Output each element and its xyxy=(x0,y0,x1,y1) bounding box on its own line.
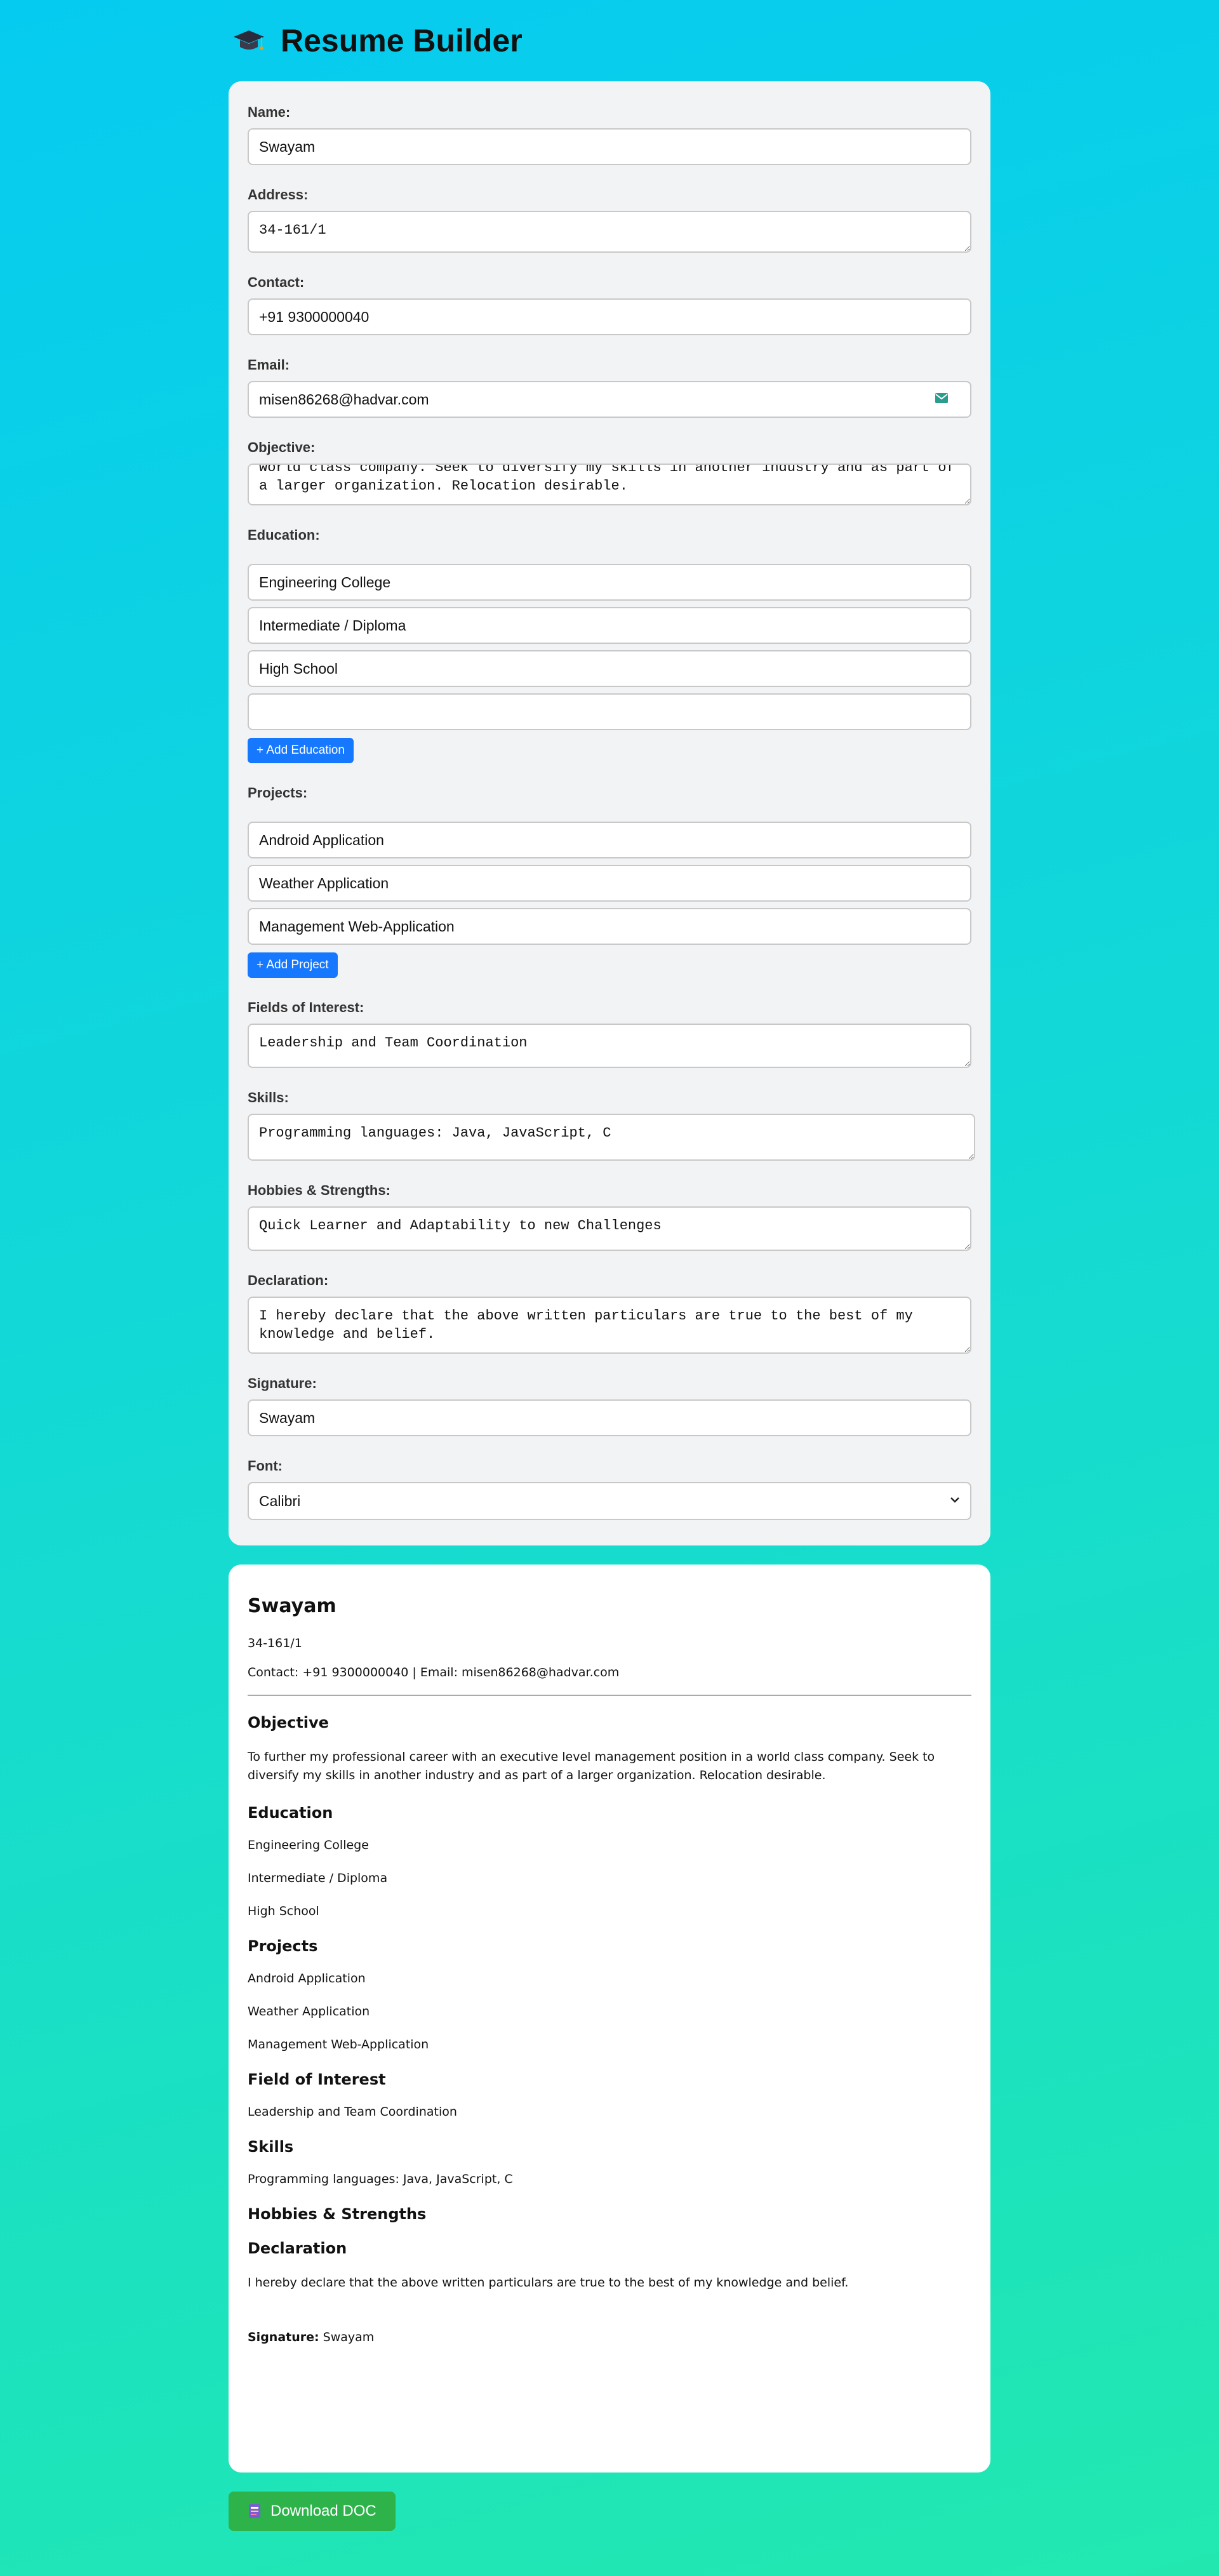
education-input[interactable] xyxy=(248,693,971,730)
preview-project-item: Android Application xyxy=(248,1972,366,1985)
skills-field-group: Skills: Programming languages: Java, Jav… xyxy=(248,1090,975,1161)
address-field-group: Address: 34-161/1 xyxy=(248,187,971,253)
interest-field-group: Fields of Interest: Leadership and Team … xyxy=(248,999,971,1068)
projects-field-group: Projects: + Add Project xyxy=(248,785,971,978)
projects-label: Projects: xyxy=(248,785,308,801)
font-select-wrapper: Calibri xyxy=(248,1482,971,1520)
objective-field-group: Objective: To further my professional ca… xyxy=(248,439,971,505)
preview-declaration-text: I hereby declare that the above written … xyxy=(248,2276,849,2290)
preview-education-item: Engineering College xyxy=(248,1838,369,1852)
contact-label: Contact: xyxy=(248,274,305,290)
mail-icon xyxy=(935,393,948,403)
preview-education-heading: Education xyxy=(248,1804,333,1822)
declaration-textarea[interactable]: I hereby declare that the above written … xyxy=(248,1297,971,1354)
preview-project-item: Weather Application xyxy=(248,2005,370,2019)
graduation-cap-icon xyxy=(234,30,264,50)
hobbies-field-group: Hobbies & Strengths: Quick Learner and A… xyxy=(248,1182,971,1251)
skills-label: Skills: xyxy=(248,1090,289,1105)
hobbies-textarea[interactable]: Quick Learner and Adaptability to new Ch… xyxy=(248,1206,971,1251)
email-field-group: Email: xyxy=(248,357,971,418)
preview-education-item: High School xyxy=(248,1904,319,1918)
contact-field-group: Contact: xyxy=(248,274,971,335)
name-input[interactable] xyxy=(248,128,971,165)
preview-skills-heading: Skills xyxy=(248,2138,294,2156)
preview-name: Swayam xyxy=(248,1595,336,1617)
interest-label: Fields of Interest: xyxy=(248,999,364,1015)
objective-textarea[interactable]: To further my professional career with a… xyxy=(248,464,971,505)
preview-address: 34-161/1 xyxy=(248,1636,302,1650)
preview-skills-text: Programming languages: Java, JavaScript,… xyxy=(248,2172,513,2186)
project-input[interactable] xyxy=(248,822,971,858)
signature-field-group: Signature: xyxy=(248,1375,971,1436)
name-label: Name: xyxy=(248,104,291,120)
education-input[interactable] xyxy=(248,564,971,601)
download-doc-label: Download DOC xyxy=(270,2502,376,2519)
preview-divider xyxy=(248,1695,971,1696)
preview-objective-heading: Objective xyxy=(248,1714,329,1732)
preview-education-item: Intermediate / Diploma xyxy=(248,1871,388,1885)
page: Resume Builder Name: Address: 34-161/1 C… xyxy=(229,0,990,2531)
interest-textarea[interactable]: Leadership and Team Coordination xyxy=(248,1024,971,1068)
resume-preview: Swayam 34-161/1 Contact: +91 9300000040 … xyxy=(229,1565,990,2473)
address-textarea[interactable]: 34-161/1 xyxy=(248,211,971,253)
project-input[interactable] xyxy=(248,908,971,945)
preview-projects-heading: Projects xyxy=(248,1937,318,1955)
document-icon xyxy=(249,2504,260,2518)
name-field-group: Name: xyxy=(248,104,971,165)
chevron-down-icon xyxy=(950,1497,959,1503)
add-project-button[interactable]: + Add Project xyxy=(248,952,338,978)
preview-project-item: Management Web-Application xyxy=(248,2038,429,2052)
resume-form: Name: Address: 34-161/1 Contact: Email: … xyxy=(229,81,990,1545)
education-input[interactable] xyxy=(248,607,971,644)
font-label: Font: xyxy=(248,1458,283,1474)
signature-input[interactable] xyxy=(248,1399,971,1436)
email-input[interactable] xyxy=(248,381,971,418)
app-header: Resume Builder xyxy=(229,0,990,81)
hobbies-label: Hobbies & Strengths: xyxy=(248,1182,390,1198)
email-label: Email: xyxy=(248,357,290,373)
preview-interest-heading: Field of Interest xyxy=(248,2071,386,2088)
preview-declaration-heading: Declaration xyxy=(248,2239,347,2257)
declaration-field-group: Declaration: I hereby declare that the a… xyxy=(248,1272,971,1354)
preview-hobbies-heading: Hobbies & Strengths xyxy=(248,2205,427,2223)
preview-objective-text: To further my professional career with a… xyxy=(248,1750,935,1782)
font-field-group: Font: Calibri xyxy=(248,1458,971,1520)
education-input[interactable] xyxy=(248,650,971,687)
contact-input[interactable] xyxy=(248,298,971,335)
objective-label: Objective: xyxy=(248,439,316,455)
address-label: Address: xyxy=(248,187,309,203)
preview-signature: Signature: Swayam xyxy=(248,2330,971,2344)
projects-list xyxy=(248,822,971,945)
download-doc-button[interactable]: Download DOC xyxy=(229,2492,396,2531)
education-field-group: Education: + Add Education xyxy=(248,527,971,763)
font-select[interactable]: Calibri xyxy=(248,1482,971,1520)
email-wrapper xyxy=(248,381,971,418)
app-title: Resume Builder xyxy=(281,23,523,58)
signature-label: Signature: xyxy=(248,1375,317,1391)
declaration-label: Declaration: xyxy=(248,1272,329,1288)
education-label: Education: xyxy=(248,527,320,543)
project-input[interactable] xyxy=(248,865,971,902)
education-list xyxy=(248,564,971,730)
preview-signature-value: Swayam xyxy=(323,2330,375,2344)
preview-interest-text: Leadership and Team Coordination xyxy=(248,2105,457,2119)
preview-contact-line: Contact: +91 9300000040 | Email: misen86… xyxy=(248,1665,620,1679)
add-education-button[interactable]: + Add Education xyxy=(248,738,354,763)
preview-signature-label: Signature: xyxy=(248,2330,319,2344)
skills-textarea[interactable]: Programming languages: Java, JavaScript,… xyxy=(248,1114,975,1161)
